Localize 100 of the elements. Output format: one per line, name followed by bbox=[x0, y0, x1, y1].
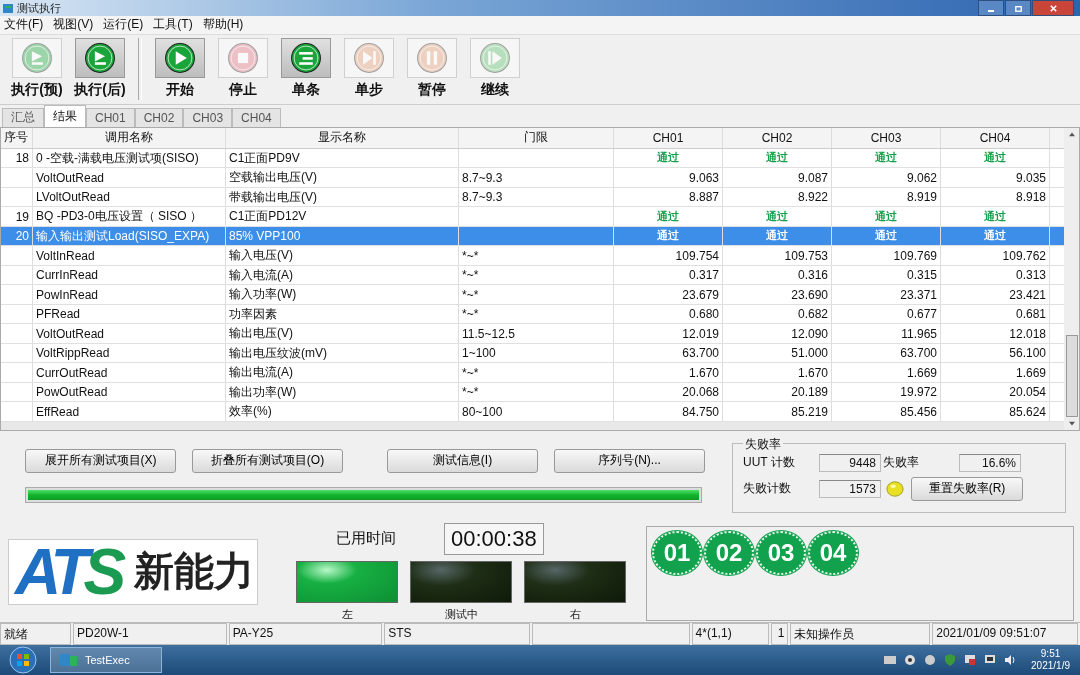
status-field: STS bbox=[384, 623, 531, 645]
action-button[interactable]: 展开所有测试项目(X) bbox=[25, 448, 176, 473]
table-cell: 0.682 bbox=[797, 307, 828, 322]
table-cell: 0.680 bbox=[688, 307, 719, 322]
table-cell: 19.972 bbox=[900, 385, 937, 400]
table-cell: CurrInRead bbox=[36, 268, 99, 283]
column-header[interactable]: CH04 bbox=[941, 127, 1050, 148]
table-cell: 输出电压纹波(mV) bbox=[229, 344, 327, 362]
table-cell: 8.887 bbox=[688, 190, 719, 205]
column-header[interactable]: 序号 bbox=[1, 127, 33, 148]
column-header[interactable]: CH02 bbox=[723, 127, 832, 148]
table-cell: 84.750 bbox=[682, 404, 719, 419]
table-cell: VoltInRead bbox=[36, 248, 95, 263]
channel-badge: 02 bbox=[704, 530, 754, 575]
taskbar-app-button[interactable]: TestExec bbox=[50, 647, 162, 673]
window-title: 测试执行 bbox=[17, 0, 61, 16]
speaker-icon[interactable] bbox=[1003, 653, 1018, 667]
group-title: 失败率 bbox=[743, 435, 783, 453]
table-cell: 1.670 bbox=[688, 365, 719, 380]
menu-item[interactable]: 运行(E) bbox=[103, 16, 144, 34]
table-cell: VoltRippRead bbox=[36, 346, 110, 361]
table-cell: 20.054 bbox=[1009, 385, 1046, 400]
tab[interactable]: CH04 bbox=[232, 107, 281, 127]
table-cell: VoltOutRead bbox=[36, 326, 105, 341]
vertical-scrollbar[interactable] bbox=[1064, 127, 1079, 430]
table-cell: 0.317 bbox=[688, 268, 719, 283]
reset-failure-rate-button[interactable]: 重置失败率(R) bbox=[911, 476, 1023, 501]
status-light-label: 测试中 bbox=[444, 606, 478, 622]
table-cell: 11.965 bbox=[901, 326, 937, 341]
table-cell: 输出电流(A) bbox=[229, 364, 293, 382]
horizontal-scrollbar[interactable] bbox=[1, 421, 1064, 430]
restore-button[interactable] bbox=[1005, 0, 1031, 16]
status-field: 2021/01/09 09:51:07 bbox=[932, 623, 1078, 645]
close-button[interactable] bbox=[1032, 0, 1074, 16]
table-cell: EffRead bbox=[36, 404, 80, 419]
action-button[interactable]: 序列号(N)... bbox=[554, 448, 705, 473]
table-cell: 通过 bbox=[875, 151, 897, 166]
scrollbar-thumb[interactable] bbox=[1065, 334, 1078, 417]
start-button[interactable] bbox=[8, 645, 38, 675]
tab[interactable]: 结果 bbox=[44, 104, 86, 127]
table-cell: 通过 bbox=[657, 229, 679, 244]
table-cell: 输入电压(V) bbox=[229, 247, 293, 265]
column-header[interactable]: 显示名称 bbox=[226, 127, 459, 148]
column-header[interactable]: 调用名称 bbox=[33, 127, 226, 148]
table-cell: 通过 bbox=[766, 209, 788, 224]
table-cell: 输入输出测试Load(SISO_EXPA) bbox=[36, 227, 210, 245]
menu-item[interactable]: 视图(V) bbox=[53, 16, 94, 34]
table-cell: 85.456 bbox=[900, 404, 937, 419]
table-cell: *~* bbox=[462, 307, 479, 322]
table-cell: 1.669 bbox=[906, 365, 937, 380]
table-cell: 20.189 bbox=[791, 385, 828, 400]
table-cell: 23.679 bbox=[682, 287, 719, 302]
taskbar-clock[interactable]: 9:51 2021/1/9 bbox=[1031, 648, 1070, 672]
keyboard-icon[interactable] bbox=[883, 653, 898, 667]
tab[interactable]: CH01 bbox=[86, 107, 135, 127]
table-cell: 9.035 bbox=[1015, 170, 1046, 185]
table-cell: 109.769 bbox=[893, 248, 937, 263]
column-header[interactable]: CH01 bbox=[614, 127, 723, 148]
table-cell: *~* bbox=[462, 385, 479, 400]
channel-badge: 03 bbox=[756, 530, 806, 575]
scroll-down-icon[interactable] bbox=[1067, 420, 1076, 427]
elapsed-time-display: 00:00:38 bbox=[444, 522, 544, 555]
lines-icon bbox=[289, 40, 323, 75]
table-cell: 8.7~9.3 bbox=[462, 190, 503, 205]
menu-item[interactable]: 帮助(H) bbox=[202, 16, 244, 34]
table-cell: 通过 bbox=[766, 229, 788, 244]
table-cell: *~* bbox=[462, 287, 479, 302]
tab[interactable]: 汇总 bbox=[2, 107, 44, 127]
failure-rate-label: 失败率 bbox=[883, 454, 920, 472]
table-cell: 输入功率(W) bbox=[229, 286, 297, 304]
status-light-label: 右 bbox=[569, 606, 581, 622]
tray-app-icon[interactable] bbox=[923, 653, 938, 667]
table-cell: *~* bbox=[462, 248, 479, 263]
status-field: 1 bbox=[770, 623, 789, 645]
column-header[interactable]: 门限 bbox=[459, 127, 614, 148]
table-cell: 12.019 bbox=[682, 326, 719, 341]
scroll-up-icon[interactable] bbox=[1067, 130, 1076, 137]
menu-item[interactable]: 工具(T) bbox=[153, 16, 193, 34]
table-cell: 通过 bbox=[984, 229, 1006, 244]
table-cell: 1~100 bbox=[462, 346, 496, 361]
play-bar-icon bbox=[83, 40, 117, 75]
action-button[interactable]: 折叠所有测试项目(O) bbox=[192, 448, 343, 473]
tab[interactable]: CH02 bbox=[134, 107, 184, 127]
action-button[interactable]: 测试信息(I) bbox=[387, 448, 538, 473]
table-cell: 通过 bbox=[766, 151, 788, 166]
column-header[interactable]: CH03 bbox=[832, 127, 941, 148]
table-cell: 8.919 bbox=[906, 190, 937, 205]
table-cell: VoltOutRead bbox=[36, 170, 105, 185]
flag-icon[interactable] bbox=[963, 653, 978, 667]
table-cell: C1正面PD12V bbox=[229, 208, 307, 226]
status-field: 4*(1,1) bbox=[691, 623, 769, 645]
menu-item[interactable]: 文件(F) bbox=[4, 16, 44, 34]
table-cell: 1.669 bbox=[1015, 365, 1046, 380]
uut-count-field: 9448 bbox=[819, 453, 881, 472]
company-logo: ATS 新能力 bbox=[8, 538, 258, 605]
tab[interactable]: CH03 bbox=[183, 107, 233, 127]
table-cell: 带载输出电压(V) bbox=[229, 188, 317, 206]
minimize-button[interactable] bbox=[978, 0, 1004, 16]
table-cell: 8.922 bbox=[797, 190, 828, 205]
tray-app-icon[interactable] bbox=[903, 653, 918, 667]
